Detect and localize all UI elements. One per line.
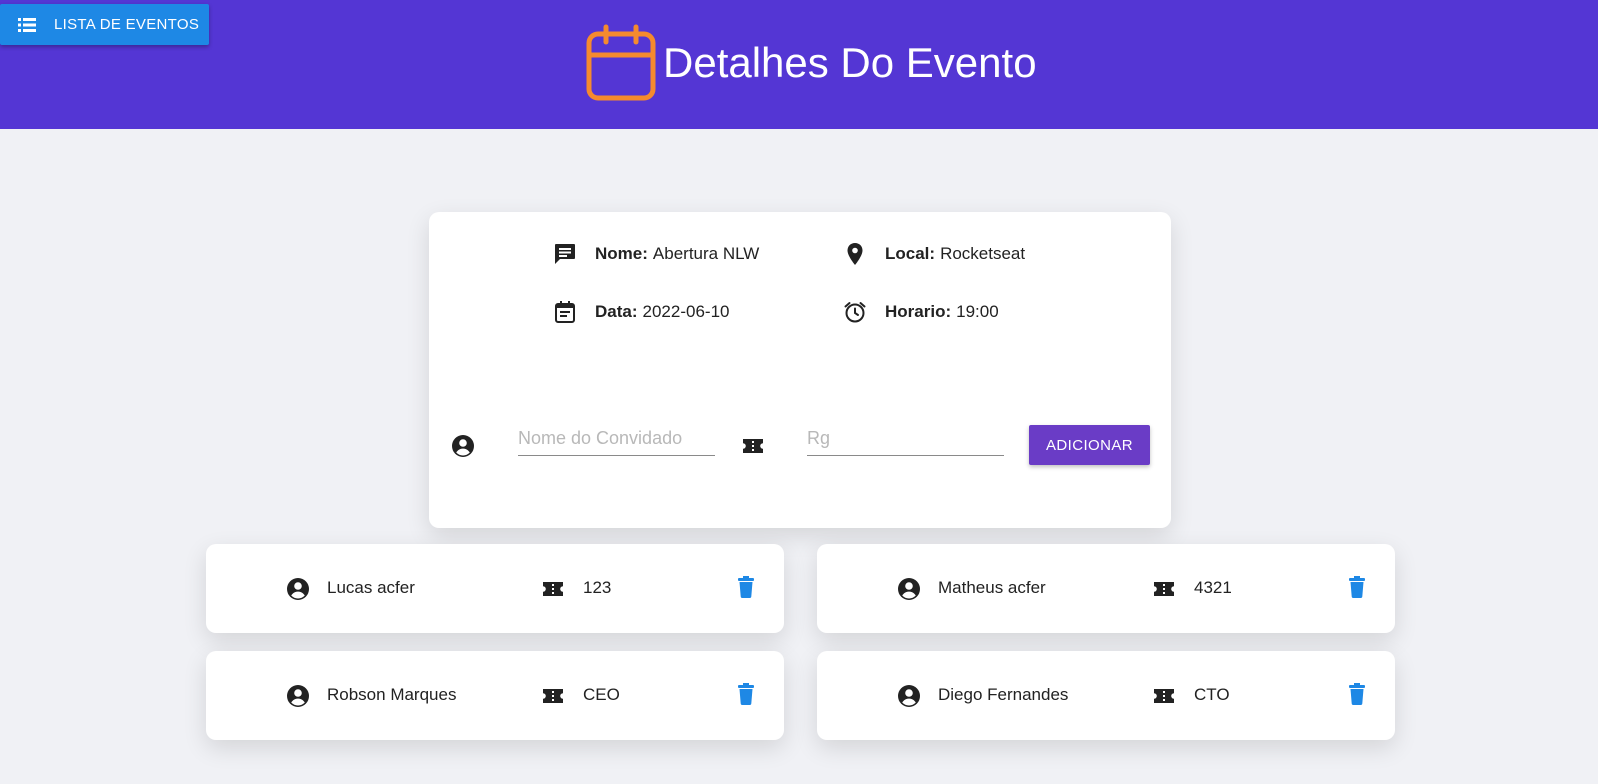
guest-rg: CTO: [1194, 685, 1230, 704]
event-name-row: Nome: Abertura NLW: [553, 242, 759, 266]
lista-de-eventos-button[interactable]: LISTA DE EVENTOS: [0, 4, 209, 45]
guest-card: Diego Fernandes CTO: [817, 651, 1395, 740]
local-label: Local:: [885, 244, 936, 263]
guest-rg: 4321: [1194, 578, 1232, 597]
page-title: Detalhes Do Evento: [663, 39, 1037, 86]
calendar-icon: [586, 24, 656, 101]
guest-rg-input[interactable]: [807, 428, 1004, 456]
event-note-icon: [555, 301, 575, 323]
message-icon: [555, 244, 575, 264]
event-time-row: Horario: 19:00: [843, 300, 999, 324]
nome-label: Nome:: [595, 244, 648, 263]
lista-de-eventos-label: LISTA DE EVENTOS: [54, 16, 200, 33]
ticket-icon: [1154, 689, 1174, 703]
trash-icon[interactable]: [1349, 576, 1365, 598]
header-bar: LISTA DE EVENTOS Detalhes Do Evento: [0, 0, 1598, 129]
guest-name: Robson Marques: [327, 685, 457, 704]
local-value: Rocketseat: [940, 244, 1026, 263]
guest-name-input[interactable]: [518, 428, 715, 456]
guest-name: Diego Fernandes: [938, 685, 1069, 704]
event-date-row: Data: 2022-06-10: [553, 300, 729, 324]
account-circle-icon: [287, 578, 309, 600]
page-title-wrap: Detalhes Do Evento: [585, 24, 1037, 102]
nome-value: Abertura NLW: [652, 244, 760, 263]
ticket-icon: [543, 582, 563, 596]
event-details-card: Nome: Abertura NLW Local: Rocketseat Dat…: [429, 212, 1171, 528]
account-circle-icon: [898, 685, 920, 707]
guest-rg: 123: [583, 578, 612, 597]
adicionar-button[interactable]: ADICIONAR: [1029, 425, 1150, 465]
guest-name: Matheus acfer: [938, 578, 1046, 597]
account-circle-icon: [898, 578, 920, 600]
ticket-icon: [743, 439, 763, 453]
alarm-clock-icon: [844, 302, 866, 323]
data-label: Data:: [595, 302, 638, 321]
account-circle-icon: [287, 685, 309, 707]
ticket-icon: [543, 689, 563, 703]
guest-card: Lucas acfer 123: [206, 544, 784, 633]
guest-card: Robson Marques CEO: [206, 651, 784, 740]
location-pin-icon: [847, 243, 863, 265]
guest-rg: CEO: [583, 685, 620, 704]
data-value: 2022-06-10: [642, 302, 730, 321]
horario-label: Horario:: [885, 302, 952, 321]
list-icon: [18, 17, 36, 32]
event-location-row: Local: Rocketseat: [843, 242, 1025, 266]
horario-value: 19:00: [956, 302, 999, 321]
guest-card: Matheus acfer 4321: [817, 544, 1395, 633]
trash-icon[interactable]: [738, 683, 754, 705]
trash-icon[interactable]: [1349, 683, 1365, 705]
ticket-icon: [1154, 582, 1174, 596]
account-circle-icon: [452, 435, 474, 457]
trash-icon[interactable]: [738, 576, 754, 598]
guest-name: Lucas acfer: [327, 578, 415, 597]
